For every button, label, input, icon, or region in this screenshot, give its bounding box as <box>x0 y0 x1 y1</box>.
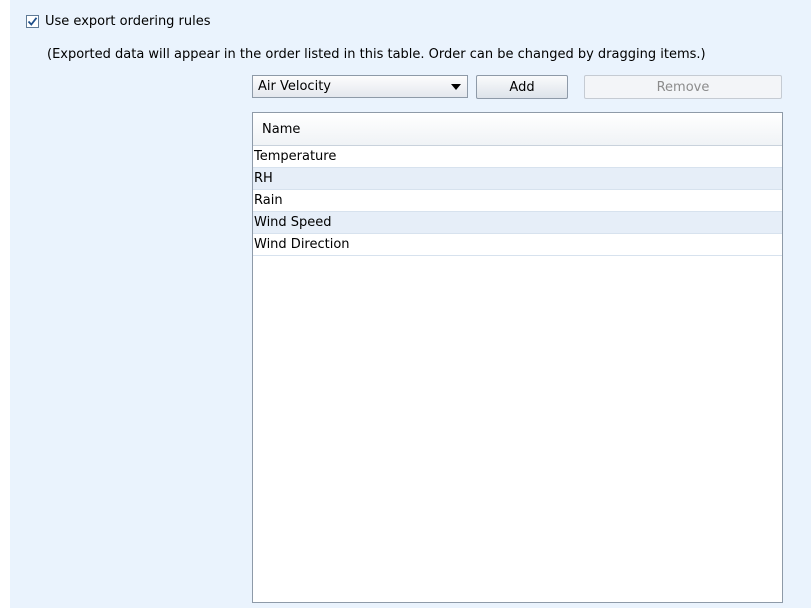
table-header-name[interactable]: Name <box>253 113 782 146</box>
add-button[interactable]: Add <box>476 75 568 99</box>
export-ordering-checkbox-row[interactable]: Use export ordering rules <box>26 13 211 29</box>
measurement-combo[interactable]: Air Velocity <box>252 75 468 98</box>
remove-button[interactable]: Remove <box>584 75 782 99</box>
table-row[interactable]: Temperature <box>253 146 782 168</box>
chevron-down-icon <box>451 84 461 90</box>
export-ordering-checkbox-label[interactable]: Use export ordering rules <box>45 14 211 29</box>
export-ordering-hint: (Exported data will appear in the order … <box>47 47 706 62</box>
export-order-table[interactable]: Name Temperature RH Rain Wind Speed Wind… <box>252 112 783 603</box>
table-row[interactable]: RH <box>253 168 782 190</box>
export-ordering-checkbox[interactable] <box>26 14 39 28</box>
table-row[interactable]: Wind Direction <box>253 234 782 256</box>
table-row[interactable]: Wind Speed <box>253 212 782 234</box>
export-ordering-panel: Use export ordering rules (Exported data… <box>10 0 811 608</box>
checkmark-icon <box>27 16 38 26</box>
table-row[interactable]: Rain <box>253 190 782 212</box>
measurement-combo-value: Air Velocity <box>258 79 331 94</box>
